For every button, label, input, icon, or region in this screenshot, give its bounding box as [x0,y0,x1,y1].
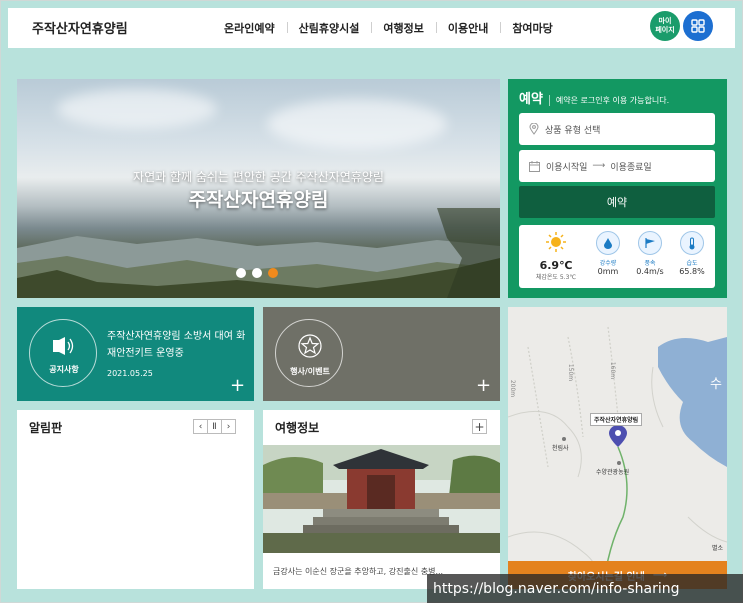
all-menu-button[interactable] [683,11,713,41]
hero-landscape-image [17,208,500,298]
star-icon [298,334,322,358]
start-date-placeholder[interactable]: 이용시작일 [546,160,587,173]
calendar-icon [529,160,540,172]
reservation-header: 예약 예약은 로그인후 이용 가능합니다. [519,88,669,107]
humidity-value: 65.8% [679,267,705,276]
map-temple-label: 천림사 [552,445,569,452]
temple-gate-image [263,445,500,553]
hero-cloud [57,89,217,129]
slider-dots [236,268,278,278]
grid-menu-icon [691,19,705,33]
slider-dot-3[interactable] [268,268,278,278]
notice-panel[interactable]: 공지사항 주작산자연휴양림 소방서 대여 화재안전키트 운영중 2021.05.… [17,307,254,401]
mypage-label-2: 페이지 [655,26,675,34]
weather-humidity: 습도 65.8% [674,231,710,276]
reservation-note: 예약은 로그인후 이용 가능합니다. [548,95,669,106]
arrow-right-icon: ⟶ [592,161,606,171]
mypage-label-1: 마이 [658,17,672,25]
map-garden-label: 수양관광농원 [596,469,630,476]
event-more-plus-icon[interactable]: + [476,377,491,395]
location-map[interactable]: 주작산자연휴양림 천림사 수양관광농원 수 150m 160m 200m 별소 [508,307,727,589]
map-road-label: 160m [609,361,617,380]
weather-feels-like: 체감온도 5.3℃ [535,274,577,281]
map-place-tag: 주작산자연휴양림 [590,413,643,426]
reservation-title: 예약 [519,92,543,107]
travel-info-title: 여행정보 [275,421,320,435]
travel-photo[interactable] [263,445,500,553]
weather-widget: 6.9℃ 체감온도 5.3℃ 강수량 0mm 풍속 0.4m/s 습도 65.8… [519,225,715,288]
main-nav: 온라인예약 산림휴양시설 여행정보 이용안내 참여마당 [212,20,565,36]
end-date-placeholder[interactable]: 이용종료일 [610,160,651,173]
travel-info-panel: 여행정보 + 금강사는 이순신 장군을 추앙하고, 강진출신 충병... [263,410,500,589]
wind-label: 풍속 [644,260,656,267]
date-range-field[interactable]: 이용시작일 ⟶ 이용종료일 [519,150,715,182]
raindrop-icon [604,238,612,249]
location-pin-icon [529,123,539,135]
blog-watermark: https://blog.naver.com/info-sharing [427,574,743,603]
hero-title: 주작산자연휴양림 [188,189,329,211]
thermometer-icon [689,237,695,249]
weather-wind: 풍속 0.4m/s [632,231,668,276]
event-badge[interactable]: 행사/이벤트 [275,319,343,387]
map-sea-label: 수 [710,377,722,392]
map-road-label: 200m [509,379,517,398]
nav-travel-info[interactable]: 여행정보 [371,20,435,36]
wind-flag-icon [645,238,655,248]
map-road-label: 150m [567,363,575,382]
map-corner-label: 별소 [712,545,724,552]
hero-subtitle: 자연과 함께 숨쉬는 편안한 공간 주작산자연휴양림 [133,170,384,184]
bulletin-board-title: 알림판 [29,421,63,435]
mypage-button[interactable]: 마이 페이지 [650,11,680,41]
notice-date: 2021.05.25 [107,369,153,378]
product-type-select[interactable]: 상품 유형 선택 [519,113,715,145]
nav-usage-guide[interactable]: 이용안내 [435,20,500,36]
notice-headline[interactable]: 주작산자연휴양림 소방서 대여 화재안전키트 운영중 [107,328,247,362]
pause-icon[interactable]: Ⅱ [207,419,222,434]
weather-main: 6.9℃ 체감온도 5.3℃ [531,231,581,281]
rain-value: 0mm [597,267,619,276]
event-label: 행사/이벤트 [290,367,330,376]
megaphone-icon [53,337,74,355]
nav-participation[interactable]: 참여마당 [500,20,564,36]
map-image [508,307,727,589]
notice-label: 공지사항 [49,365,79,374]
nav-forest-facilities[interactable]: 산림휴양시설 [286,20,372,36]
wind-value: 0.4m/s [636,267,664,276]
chevron-right-icon[interactable]: › [221,419,236,434]
chevron-left-icon[interactable]: ‹ [193,419,208,434]
site-logo[interactable]: 주작산자연휴양림 [32,18,128,37]
weather-temperature: 6.9℃ [539,259,573,272]
reservation-panel: 예약 예약은 로그인후 이용 가능합니다. 상품 유형 선택 이용시작일 ⟶ 이… [508,79,727,298]
rain-label: 강수량 [599,260,617,267]
hero-cloud [267,99,447,149]
board-slider-controls: ‹ Ⅱ › [193,419,236,434]
notice-more-plus-icon[interactable]: + [230,377,245,395]
weather-rain: 강수량 0mm [590,231,626,276]
nav-online-reservation[interactable]: 온라인예약 [212,20,287,36]
bulletin-board-panel: 알림판 ‹ Ⅱ › [17,410,254,589]
hero-slider[interactable]: 자연과 함께 숨쉬는 편안한 공간 주작산자연휴양림 주작산자연휴양림 [17,79,500,298]
slider-dot-1[interactable] [236,268,246,278]
travel-caption[interactable]: 금강사는 이순신 장군을 추앙하고, 강진출신 충병... [273,566,443,577]
sun-icon [546,232,566,252]
humidity-label: 습도 [686,260,698,267]
product-type-placeholder: 상품 유형 선택 [545,125,601,136]
notice-badge[interactable]: 공지사항 [29,319,97,387]
event-panel[interactable]: 행사/이벤트 + [263,307,500,401]
site-header: 주작산자연휴양림 온라인예약 산림휴양시설 여행정보 이용안내 참여마당 마이 페… [8,8,735,48]
reserve-button[interactable]: 예약 [519,186,715,218]
travel-more-plus-icon[interactable]: + [472,419,487,434]
slider-dot-2[interactable] [252,268,262,278]
